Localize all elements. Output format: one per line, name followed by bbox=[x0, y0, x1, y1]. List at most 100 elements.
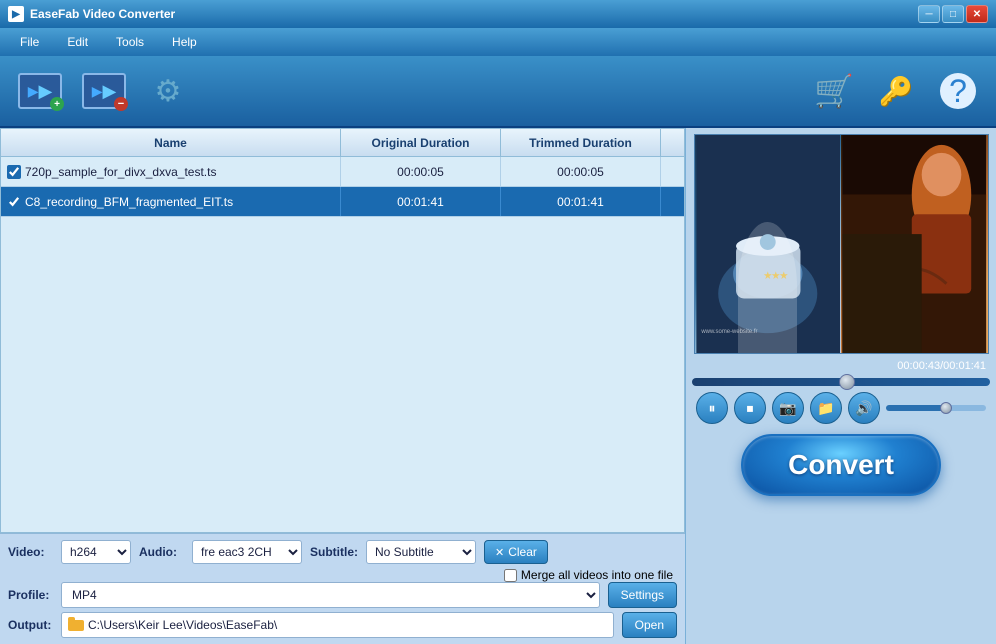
shop-button[interactable]: 🛒 bbox=[808, 65, 860, 117]
folder-icon-sm bbox=[68, 617, 84, 634]
open-folder-button[interactable]: Open bbox=[622, 612, 677, 638]
stop-icon: ⏹ bbox=[747, 400, 754, 417]
subtitle-select[interactable]: No Subtitle bbox=[366, 540, 476, 564]
output-path-display: C:\Users\Keir Lee\Videos\EaseFab\ bbox=[61, 612, 614, 638]
right-toolbar-icons: 🛒 🔑 ? bbox=[808, 65, 984, 117]
menu-file[interactable]: File bbox=[8, 31, 51, 53]
remove-video-icon-graphic: ▶ − bbox=[82, 73, 126, 109]
clear-label: Clear bbox=[508, 545, 537, 559]
stop-button[interactable]: ⏹ bbox=[734, 392, 766, 424]
minus-badge: − bbox=[114, 97, 128, 111]
row1-name-cell: 720p_sample_for_divx_dxva_test.ts bbox=[1, 157, 341, 186]
title-bar: ▶ EaseFab Video Converter ─ □ ✕ bbox=[0, 0, 996, 28]
help-icon: ? bbox=[940, 73, 976, 109]
toolbar: ▶ + ▶ − ⚙ 🛒 🔑 ? bbox=[0, 56, 996, 128]
app-icon: ▶ bbox=[8, 6, 24, 22]
preview-left: ★★★ www.some-website.fr bbox=[695, 135, 842, 353]
row2-checkbox[interactable] bbox=[7, 195, 21, 209]
maximize-button[interactable]: □ bbox=[942, 5, 964, 23]
cart-icon: 🛒 bbox=[814, 72, 854, 110]
output-row: Output: C:\Users\Keir Lee\Videos\EaseFab… bbox=[8, 612, 677, 638]
row1-trimmed: 00:00:05 bbox=[501, 157, 661, 186]
video-preview: ★★★ www.some-website.fr bbox=[694, 134, 989, 354]
row2-name: C8_recording_BFM_fragmented_EIT.ts bbox=[25, 195, 233, 209]
row1-checkbox[interactable] bbox=[7, 165, 21, 179]
minimize-button[interactable]: ─ bbox=[918, 5, 940, 23]
volume-thumb bbox=[940, 402, 952, 414]
col-trimmed: Trimmed Duration bbox=[501, 129, 661, 156]
merge-label: Merge all videos into one file bbox=[521, 568, 673, 582]
progress-thumb bbox=[839, 374, 855, 390]
row1-original: 00:00:05 bbox=[341, 157, 501, 186]
plus-badge: + bbox=[50, 97, 64, 111]
svg-text:★★★: ★★★ bbox=[763, 271, 788, 281]
table-row[interactable]: C8_recording_BFM_fragmented_EIT.ts 00:01… bbox=[1, 187, 684, 217]
key-button[interactable]: 🔑 bbox=[870, 65, 922, 117]
video-codec-select[interactable]: h264 h265 mpeg4 bbox=[61, 540, 131, 564]
window-controls: ─ □ ✕ bbox=[918, 5, 988, 23]
profile-select-container: MP4 AVI MKV bbox=[61, 582, 600, 608]
menu-tools[interactable]: Tools bbox=[104, 31, 156, 53]
file-list-body: 720p_sample_for_divx_dxva_test.ts 00:00:… bbox=[1, 157, 684, 217]
pause-icon: ⏸ bbox=[709, 400, 716, 417]
settings-button[interactable]: ⚙ bbox=[140, 63, 196, 119]
bottom-controls: Video: h264 h265 mpeg4 Audio: fre eac3 2… bbox=[0, 533, 685, 644]
volume-button[interactable]: 🔊 bbox=[848, 392, 880, 424]
right-panel: ★★★ www.some-website.fr bbox=[686, 128, 996, 644]
remove-video-button[interactable]: ▶ − bbox=[76, 63, 132, 119]
row1-name: 720p_sample_for_divx_dxva_test.ts bbox=[25, 165, 216, 179]
row2-trimmed: 00:01:41 bbox=[501, 187, 661, 216]
video-timestamp: 00:00:43/00:01:41 bbox=[692, 360, 990, 372]
row2-original: 00:01:41 bbox=[341, 187, 501, 216]
output-label: Output: bbox=[8, 618, 53, 632]
speaker-icon: 🔊 bbox=[855, 400, 872, 417]
folder-icon: 📁 bbox=[817, 400, 834, 417]
menu-bar: File Edit Tools Help bbox=[0, 28, 996, 56]
add-video-icon: ▶ + bbox=[18, 69, 62, 113]
audio-codec-select[interactable]: fre eac3 2CH aac mp3 bbox=[192, 540, 302, 564]
preview-image: ★★★ www.some-website.fr bbox=[695, 135, 988, 353]
col-original: Original Duration bbox=[341, 129, 501, 156]
merge-checkbox[interactable] bbox=[504, 569, 517, 582]
key-icon: 🔑 bbox=[879, 75, 914, 108]
video-label: Video: bbox=[8, 545, 53, 559]
add-video-button[interactable]: ▶ + bbox=[12, 63, 68, 119]
table-row[interactable]: 720p_sample_for_divx_dxva_test.ts 00:00:… bbox=[1, 157, 684, 187]
progress-container[interactable] bbox=[692, 378, 990, 386]
profile-label: Profile: bbox=[8, 588, 53, 602]
left-panel: Name Original Duration Trimmed Duration … bbox=[0, 128, 686, 644]
subtitle-label: Subtitle: bbox=[310, 545, 358, 559]
open-file-button[interactable]: 📁 bbox=[810, 392, 842, 424]
playback-controls: ⏸ ⏹ 📷 📁 🔊 bbox=[692, 392, 990, 424]
remove-video-icon: ▶ − bbox=[82, 69, 126, 113]
profile-settings-button[interactable]: Settings bbox=[608, 582, 677, 608]
progress-bar bbox=[692, 378, 990, 386]
table-header: Name Original Duration Trimmed Duration bbox=[1, 129, 684, 157]
row2-name-cell: C8_recording_BFM_fragmented_EIT.ts bbox=[1, 187, 341, 216]
close-button[interactable]: ✕ bbox=[966, 5, 988, 23]
audio-label: Audio: bbox=[139, 545, 184, 559]
menu-help[interactable]: Help bbox=[160, 31, 209, 53]
add-video-icon-graphic: ▶ + bbox=[18, 73, 62, 109]
output-path-text: C:\Users\Keir Lee\Videos\EaseFab\ bbox=[88, 618, 277, 632]
profile-select[interactable]: MP4 AVI MKV bbox=[61, 582, 600, 608]
main-content: Name Original Duration Trimmed Duration … bbox=[0, 128, 996, 644]
gear-icon: ⚙ bbox=[146, 69, 190, 113]
clear-button[interactable]: ✕ Clear bbox=[484, 540, 548, 564]
snapshot-button[interactable]: 📷 bbox=[772, 392, 804, 424]
camera-icon: 📷 bbox=[779, 400, 796, 417]
svg-text:www.some-website.fr: www.some-website.fr bbox=[700, 329, 757, 335]
window-title: EaseFab Video Converter bbox=[30, 7, 918, 21]
menu-edit[interactable]: Edit bbox=[55, 31, 100, 53]
profile-row: Profile: MP4 AVI MKV Settings bbox=[8, 582, 677, 608]
clear-x-icon: ✕ bbox=[495, 546, 504, 559]
col-name: Name bbox=[1, 129, 341, 156]
preview-right bbox=[841, 135, 988, 353]
pause-button[interactable]: ⏸ bbox=[696, 392, 728, 424]
codec-row: Video: h264 h265 mpeg4 Audio: fre eac3 2… bbox=[8, 540, 677, 564]
help-button[interactable]: ? bbox=[932, 65, 984, 117]
merge-row: Merge all videos into one file bbox=[8, 568, 677, 582]
convert-button[interactable]: Convert bbox=[741, 434, 941, 496]
file-list: Name Original Duration Trimmed Duration … bbox=[0, 128, 685, 533]
volume-slider[interactable] bbox=[886, 405, 986, 411]
